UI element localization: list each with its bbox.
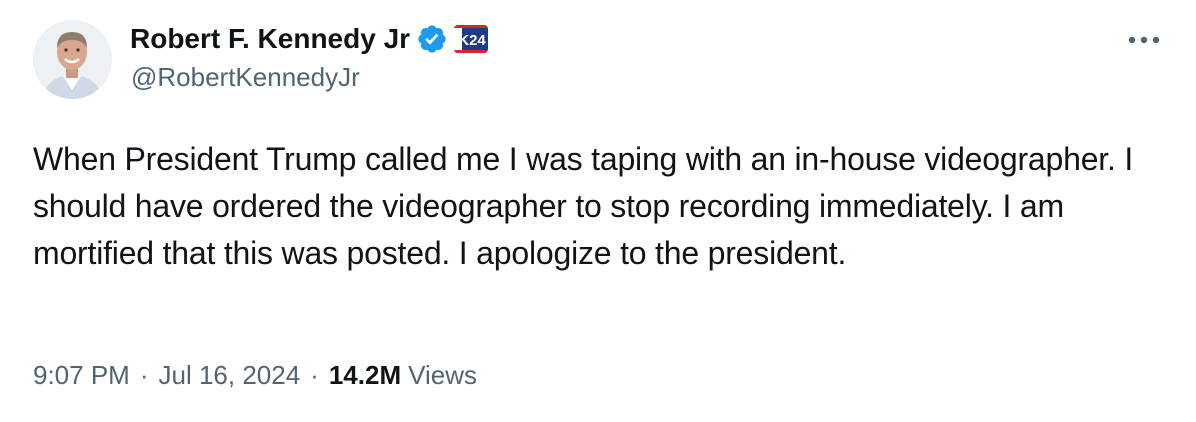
meta-separator: · <box>139 359 149 390</box>
more-options-button[interactable] <box>1120 22 1168 58</box>
more-horizontal-icon <box>1128 36 1160 44</box>
author-handle[interactable]: @RobertKennedyJr <box>131 62 360 93</box>
tweet-card: Robert F. Kennedy Jr K24 @RobertKennedyJ… <box>0 0 1196 422</box>
tweet-text: When President Trump called me I was tap… <box>33 141 1134 271</box>
tweet-meta: 9:07 PM · Jul 16, 2024 · 14.2M Views <box>33 355 477 395</box>
verified-check-icon[interactable] <box>416 23 448 55</box>
tweet-date[interactable]: Jul 16, 2024 <box>159 360 301 391</box>
views-count[interactable]: 14.2M <box>329 360 401 391</box>
author-name-row: Robert F. Kennedy Jr K24 <box>130 22 489 56</box>
tweet-time[interactable]: 9:07 PM <box>33 360 130 391</box>
author-avatar[interactable] <box>33 20 112 99</box>
avatar-photo-icon <box>33 20 112 99</box>
affiliate-badge-icon[interactable]: K24 <box>454 25 489 53</box>
affiliate-badge-text: K24 <box>458 32 486 49</box>
author-display-name[interactable]: Robert F. Kennedy Jr <box>130 23 410 55</box>
views-label: Views <box>408 359 477 390</box>
meta-separator: · <box>310 359 319 390</box>
